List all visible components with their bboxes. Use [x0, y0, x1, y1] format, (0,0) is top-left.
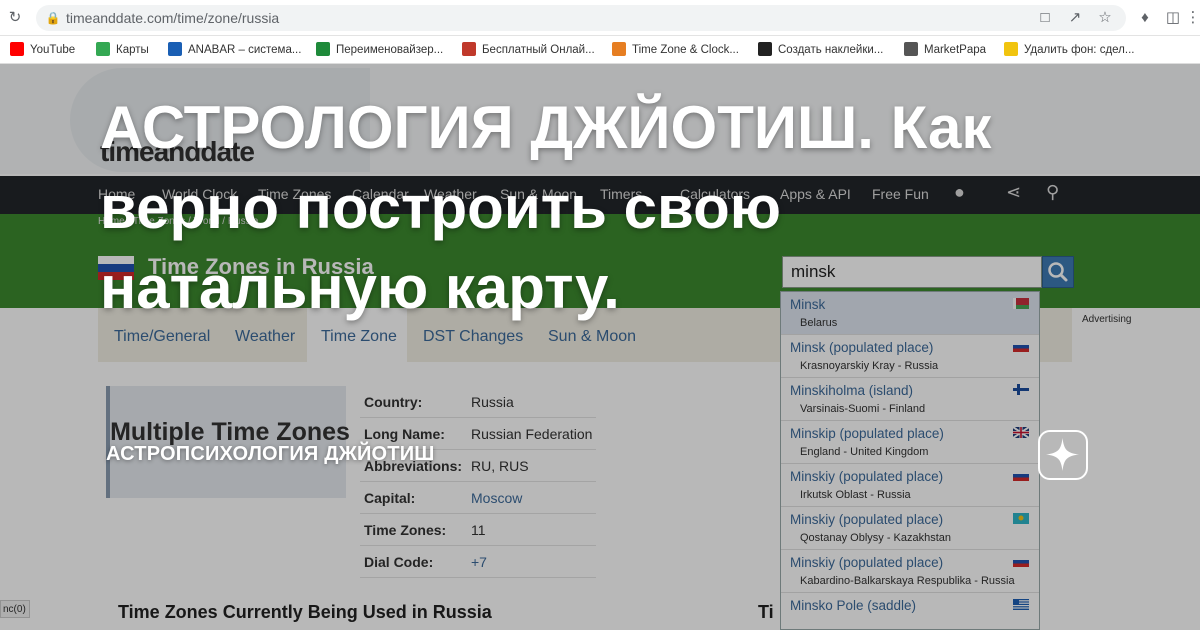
overlay-subheading: АСТРОПСИХОЛОГИЯ ДЖЙОТИШ: [106, 443, 435, 465]
bookmarks-bar: YouTube Карты ANABAR – система... Переим…: [0, 36, 1200, 64]
maps-icon: [96, 42, 110, 56]
stickers-icon: [758, 42, 772, 56]
bookmark-online[interactable]: Бесплатный Онлай...: [462, 42, 595, 58]
lock-icon[interactable]: 🔒: [44, 9, 62, 27]
headline-line: верно построить свою: [100, 174, 782, 241]
bookmark-maps[interactable]: Карты: [96, 42, 149, 58]
bookmark-timezone[interactable]: Time Zone & Clock...: [612, 42, 739, 58]
sparkle-star-icon: [1038, 430, 1088, 480]
marketpapa-icon: [904, 42, 918, 56]
bookmark-stickers[interactable]: Создать наклейки...: [758, 42, 883, 58]
extensions-icon[interactable]: ♦: [1136, 9, 1154, 27]
bookmark-anabar[interactable]: ANABAR – система...: [168, 42, 301, 58]
renamer-icon: [316, 42, 330, 56]
youtube-icon: [10, 42, 24, 56]
browser-toolbar: ↻ 🔒 timeanddate.com/time/zone/russia □ ↗…: [0, 0, 1200, 36]
headline-line: АСТРОЛОГИЯ ДЖЙОТИШ. Как: [100, 94, 992, 161]
remove-bg-icon: [1004, 42, 1018, 56]
translate-icon[interactable]: □: [1036, 9, 1054, 27]
bookmark-youtube[interactable]: YouTube: [10, 42, 75, 58]
bookmark-star-icon[interactable]: ☆: [1096, 9, 1114, 27]
bookmark-marketpapa[interactable]: MarketPapa: [904, 42, 986, 58]
anabar-icon: [168, 42, 182, 56]
bookmark-renamer[interactable]: Переименовайзер...: [316, 42, 443, 58]
timezone-icon: [612, 42, 626, 56]
qr-icon: [462, 42, 476, 56]
overlay-headline: АСТРОЛОГИЯ ДЖЙОТИШ. Как верно построить …: [100, 88, 1100, 328]
share-icon[interactable]: ↗: [1066, 9, 1084, 27]
menu-icon[interactable]: ⋮: [1184, 9, 1200, 27]
sidepanel-icon[interactable]: ◫: [1164, 9, 1182, 27]
reload-icon[interactable]: ↻: [6, 9, 24, 27]
url-text: timeanddate.com/time/zone/russia: [66, 10, 280, 26]
bookmark-remove-bg[interactable]: Удалить фон: сдел...: [1004, 42, 1134, 58]
headline-line: натальную карту.: [100, 254, 620, 321]
